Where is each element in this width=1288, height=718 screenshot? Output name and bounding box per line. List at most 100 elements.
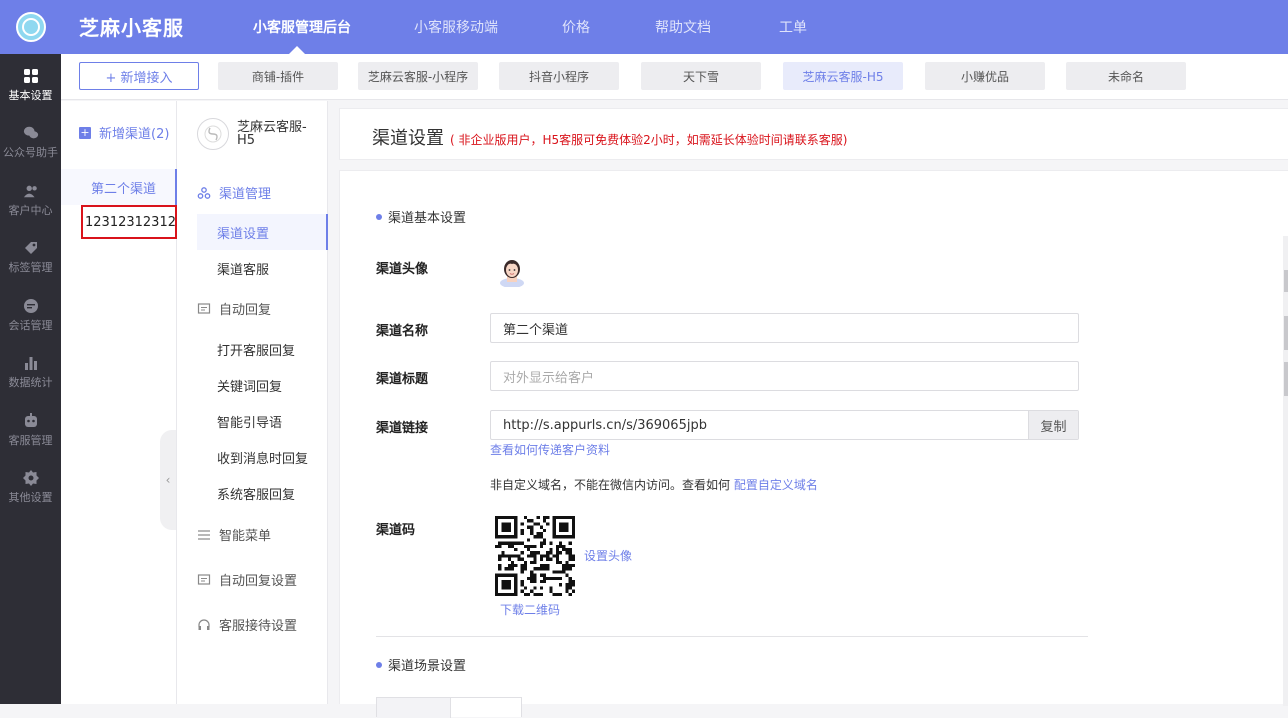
menu-item-system-reply[interactable]: 系统客服回复 (217, 484, 295, 503)
channel-tab[interactable]: 未命名 (1066, 62, 1186, 90)
sidebar-item-wechat[interactable]: 公众号助手 (0, 118, 61, 168)
menu-item-receive-reply[interactable]: 收到消息时回复 (217, 448, 308, 467)
chevron-left-icon: ‹ (165, 473, 171, 487)
menu-item-channel-settings[interactable]: 渠道设置 (197, 214, 328, 250)
domain-note-text: 非自定义域名，不能在微信内访问。查看如何 (490, 478, 731, 492)
sidebar-item-users[interactable]: 客户中心 (0, 175, 61, 225)
brand-title: 芝麻小客服 (79, 16, 184, 40)
channel-tab[interactable]: 抖音小程序 (499, 62, 619, 90)
list-icon (197, 528, 211, 542)
link-label: 渠道链接 (376, 421, 429, 436)
sidebar-item-label: 其他设置 (8, 491, 53, 504)
channel-tab[interactable]: 芝麻云客服-小程序 (358, 62, 478, 90)
page-title-text: 渠道设置 (372, 128, 444, 149)
title-label: 渠道标题 (376, 372, 429, 387)
sidebar-item-bar-chart[interactable]: 数据统计 (0, 348, 61, 398)
channel-list-panel: + 新增渠道(2) 第二个渠道 123123123123 (61, 101, 184, 704)
settings-form: 渠道基本设置 渠道头像 渠道名称 第二个渠道 渠道标题 对外显示给客户 渠道链接… (339, 170, 1288, 718)
set-avatar-link[interactable]: 设置头像 (584, 547, 632, 564)
chat-icon (23, 298, 39, 314)
menu-group-auto-reply[interactable]: 自动回复 (197, 299, 271, 318)
channel-avatar-icon (197, 118, 229, 150)
menu-smart-menu[interactable]: 智能菜单 (197, 525, 271, 544)
sidebar-item-gear[interactable]: 其他设置 (0, 463, 61, 513)
copy-link-button[interactable]: 复制 (1028, 411, 1078, 439)
message-icon (197, 573, 211, 587)
menu-auto-reply-settings[interactable]: 自动回复设置 (197, 570, 297, 589)
menu-reception-settings[interactable]: 客服接待设置 (197, 615, 297, 634)
channel-link-input[interactable]: http://s.appurls.cn/s/369065jpb (490, 410, 1079, 440)
channel-tab-bar: + 新增接入 商铺-插件 芝麻云客服-小程序 抖音小程序 天下雪 芝麻云客服-H… (61, 54, 1288, 100)
sidebar-item-label: 客户中心 (8, 203, 53, 217)
sidebar-item-label: 数据统计 (8, 376, 53, 389)
menu-item-channel-agents[interactable]: 渠道客服 (217, 259, 269, 278)
plus-icon: + (79, 125, 91, 139)
sidebar-item-grid[interactable]: 基本设置 (0, 60, 61, 110)
scrollbar-mark (1284, 316, 1288, 350)
topnav-admin[interactable]: 小客服管理后台 (253, 17, 351, 37)
bullet-dot (376, 661, 382, 668)
page-title: 渠道设置 ( 非企业版用户，H5客服可免费体验2小时，如需延长体验时间请联系客服) (372, 124, 847, 150)
channel-list-item[interactable]: 123123123123 (81, 205, 184, 239)
bullet-dot (376, 213, 382, 220)
channel-name-input[interactable]: 第二个渠道 (490, 313, 1079, 343)
channel-menu-panel: 芝麻云客服-H5 渠道管理 渠道设置 渠道客服 自动回复 打开客服回复 关键词回… (177, 101, 328, 704)
sidebar-item-tag[interactable]: 标签管理 (0, 233, 61, 283)
scrollbar-mark (1284, 362, 1288, 396)
collapse-panel-button[interactable]: ‹ (160, 430, 176, 530)
channel-tab-active[interactable]: 芝麻云客服-H5 (783, 62, 903, 90)
topnav-price[interactable]: 价格 (562, 17, 590, 37)
page-scrollbar[interactable] (1283, 236, 1288, 706)
sidebar-item-label: 标签管理 (8, 261, 53, 274)
menu-group-auto-reply-label: 自动回复 (219, 303, 272, 318)
scene-tabs[interactable] (376, 697, 522, 718)
sidebar-item-label: 客服管理 (8, 433, 53, 447)
new-channel-button[interactable]: + 新增渠道(2) (79, 123, 169, 142)
avatar-label: 渠道头像 (376, 262, 429, 277)
menu-item-smart-guide[interactable]: 智能引导语 (217, 412, 282, 431)
domain-note: 非自定义域名，不能在微信内访问。查看如何 配置自定义域名 (490, 476, 818, 493)
custom-domain-link[interactable]: 配置自定义域名 (734, 478, 818, 492)
pass-customer-data-link[interactable]: 查看如何传递客户资料 (490, 441, 610, 458)
new-channel-label: 新增渠道(2) (99, 127, 170, 142)
menu-group-manage-label: 渠道管理 (219, 187, 272, 202)
channel-qr-code (495, 516, 575, 596)
tag-icon (23, 240, 39, 256)
channel-tab[interactable]: 小赚优品 (925, 62, 1045, 90)
channel-title-input[interactable]: 对外显示给客户 (490, 361, 1079, 391)
message-icon (197, 302, 211, 316)
users-icon (23, 183, 39, 199)
robot-icon (23, 412, 39, 429)
page-header: 渠道设置 ( 非企业版用户，H5客服可免费体验2小时，如需延长体验时间请联系客服) (339, 108, 1288, 160)
settings-cluster-icon (197, 186, 211, 200)
topnav-docs[interactable]: 帮助文档 (655, 17, 711, 37)
download-qr-link[interactable]: 下载二维码 (500, 601, 560, 618)
left-sidebar: 基本设置公众号助手客户中心标签管理会话管理数据统计客服管理其他设置 (0, 0, 61, 704)
scrollbar-thumb[interactable] (1284, 270, 1288, 292)
app-logo[interactable] (0, 0, 61, 54)
sidebar-item-chat[interactable]: 会话管理 (0, 290, 61, 340)
section-basic: 渠道基本设置 (376, 207, 466, 226)
section-scene: 渠道场景设置 (376, 655, 466, 674)
add-access-button[interactable]: + 新增接入 (79, 62, 199, 90)
topnav-mobile[interactable]: 小客服移动端 (414, 17, 498, 37)
menu-item-open-reply[interactable]: 打开客服回复 (217, 340, 295, 359)
sidebar-item-label: 会话管理 (8, 318, 53, 332)
sidebar-item-label: 基本设置 (8, 88, 53, 102)
wechat-icon (23, 125, 39, 141)
headset-icon (197, 618, 211, 632)
sidebar-item-robot[interactable]: 客服管理 (0, 405, 61, 455)
menu-reception-settings-label: 客服接待设置 (219, 619, 298, 634)
channel-tab[interactable]: 商铺-插件 (218, 62, 338, 90)
channel-avatar-image[interactable] (497, 255, 527, 288)
topnav-tickets[interactable]: 工单 (779, 17, 807, 37)
menu-smart-menu-label: 智能菜单 (219, 529, 272, 544)
channel-tab[interactable]: 天下雪 (641, 62, 761, 90)
menu-group-manage[interactable]: 渠道管理 (197, 183, 271, 202)
channel-list-item-active[interactable]: 第二个渠道 (61, 169, 177, 205)
gear-icon (22, 470, 39, 486)
section-basic-title: 渠道基本设置 (388, 211, 467, 226)
sidebar-item-label: 公众号助手 (3, 146, 58, 159)
name-label: 渠道名称 (376, 324, 429, 339)
menu-item-keyword-reply[interactable]: 关键词回复 (217, 376, 282, 395)
